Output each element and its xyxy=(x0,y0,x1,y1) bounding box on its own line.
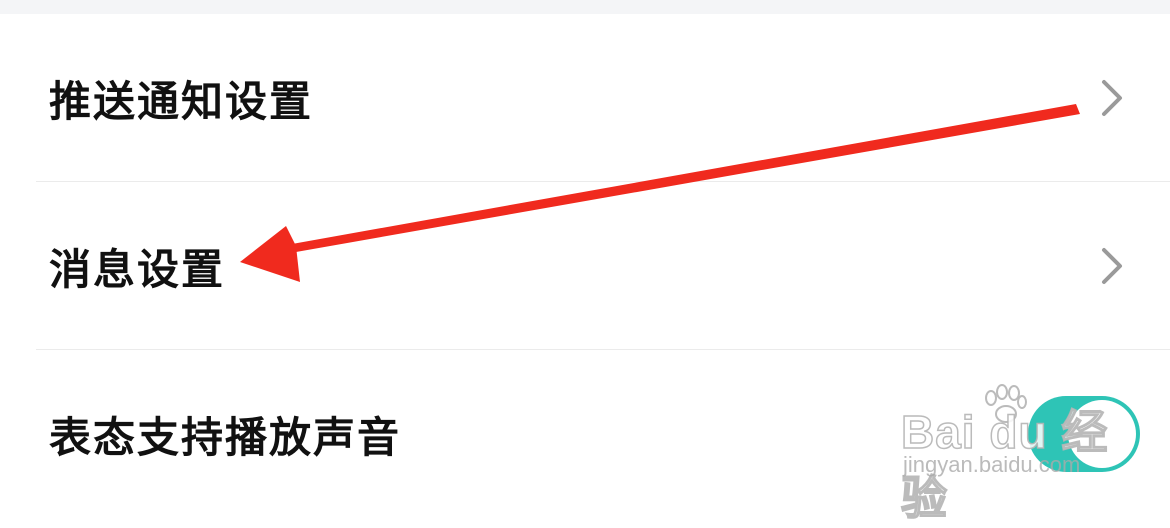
chevron-right-icon xyxy=(1102,80,1122,116)
push-notification-settings-row[interactable]: 推送通知设置 xyxy=(0,14,1170,182)
chevron-right-icon xyxy=(1102,248,1122,284)
message-settings-label: 消息设置 xyxy=(49,244,226,294)
reaction-sound-label: 表态支持播放声音 xyxy=(49,412,402,462)
reaction-sound-toggle[interactable] xyxy=(1028,396,1140,472)
reaction-sound-row: 表态支持播放声音 xyxy=(0,350,1170,518)
message-settings-row[interactable]: 消息设置 xyxy=(0,182,1170,350)
top-strip xyxy=(0,0,1170,14)
push-notification-settings-label: 推送通知设置 xyxy=(49,76,314,126)
toggle-knob xyxy=(1068,400,1136,468)
settings-list: 推送通知设置 消息设置 表态支持播放声音 xyxy=(0,14,1170,518)
